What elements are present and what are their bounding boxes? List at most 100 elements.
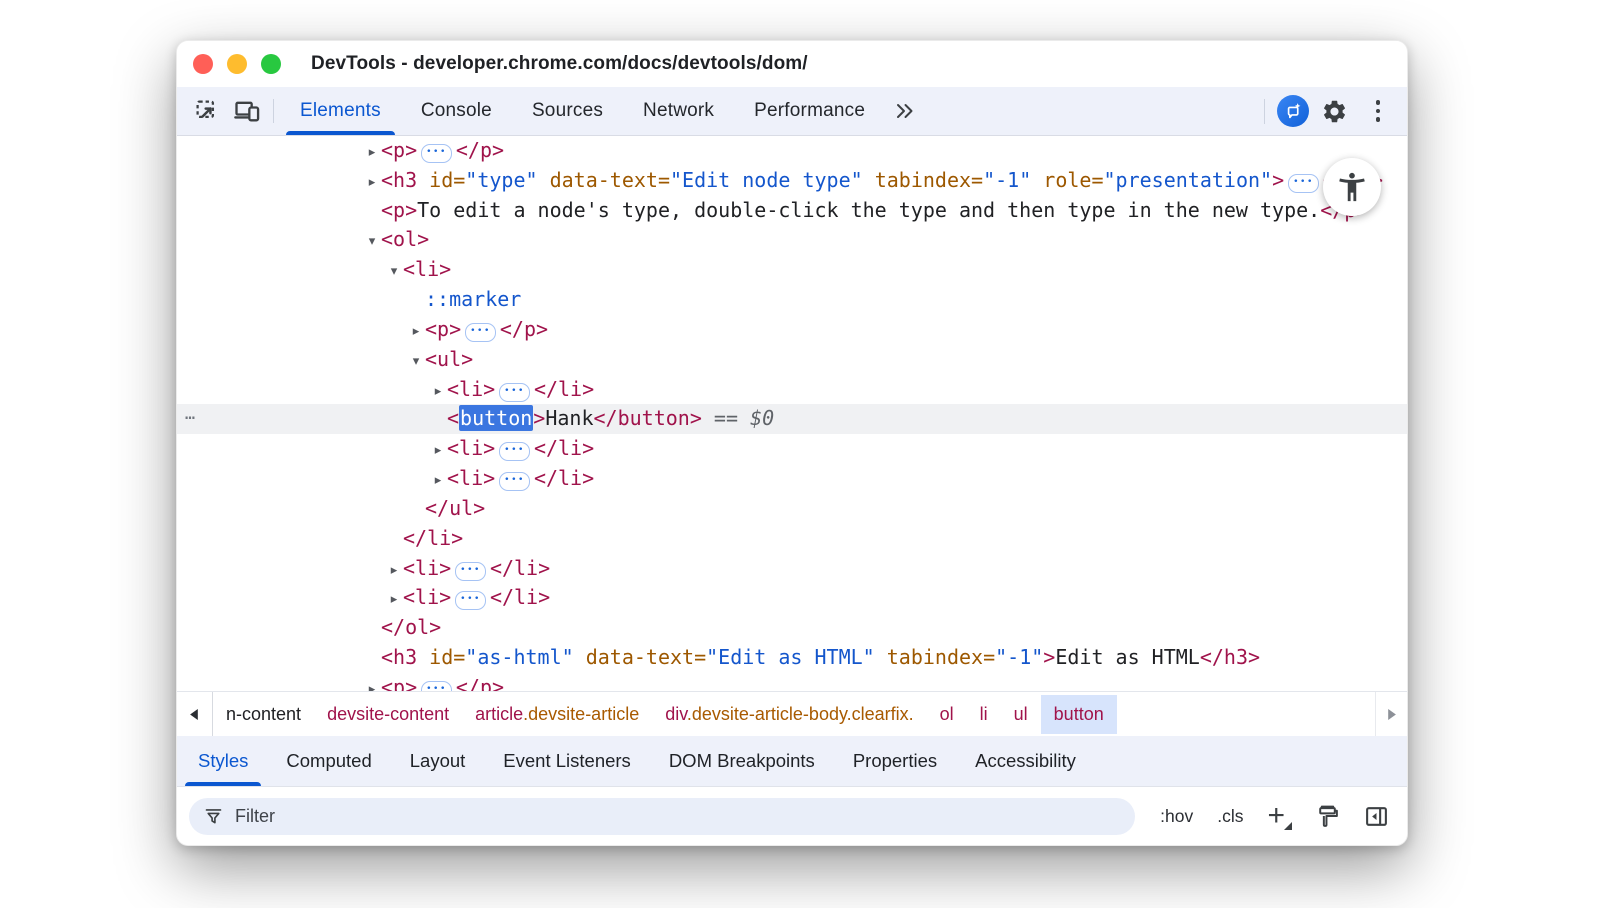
expand-ellipsis-button[interactable]: ••• — [499, 472, 530, 491]
breadcrumb-item[interactable]: article.devsite-article — [462, 695, 652, 734]
tab-properties[interactable]: Properties — [839, 736, 951, 786]
code-token-tag: <li> — [447, 377, 495, 401]
filter-input[interactable] — [235, 806, 1121, 827]
dom-tree-row[interactable]: ▸<li>•••</li> — [177, 464, 1407, 494]
twisty-collapsed-icon[interactable]: ▸ — [363, 675, 381, 691]
more-options-button[interactable] — [1359, 92, 1397, 130]
maximize-button[interactable] — [261, 54, 281, 74]
breadcrumb-item[interactable]: devsite-content — [314, 695, 462, 734]
breadcrumb-scroll-left-button[interactable] — [177, 692, 213, 736]
double-chevron-icon — [893, 99, 917, 123]
expand-ellipsis-button[interactable]: ••• — [499, 383, 530, 402]
expand-ellipsis-button[interactable]: ••• — [1288, 174, 1319, 193]
tab-dom-breakpoints[interactable]: DOM Breakpoints — [655, 736, 829, 786]
code-token-val: "-1" — [995, 645, 1043, 669]
twisty-collapsed-icon[interactable]: ▸ — [363, 138, 381, 168]
code-token-val: "Edit node type" — [670, 168, 863, 192]
code-token-tag: </li> — [534, 466, 594, 490]
dom-tree-row[interactable]: </ol> — [177, 613, 1407, 643]
close-button[interactable] — [193, 54, 213, 74]
ai-assistant-button[interactable] — [1277, 95, 1309, 127]
expand-ellipsis-button[interactable]: ••• — [421, 144, 452, 163]
toolbar-right-actions — [1258, 87, 1397, 135]
inspect-element-button[interactable] — [187, 87, 227, 135]
dom-tree-row[interactable]: ▸<p>•••</p> — [177, 673, 1407, 691]
dom-tree-row[interactable]: </ul> — [177, 494, 1407, 524]
tab-console[interactable]: Console — [406, 87, 507, 135]
expand-ellipsis-button[interactable]: ••• — [421, 681, 452, 691]
dom-tree-row[interactable]: ▸<li>•••</li> — [177, 583, 1407, 613]
tab-sources[interactable]: Sources — [517, 87, 618, 135]
breadcrumb-part-tag: ol — [940, 704, 954, 724]
dom-tree-row[interactable]: ⋯<button>Hank</button> == $0 — [177, 404, 1407, 434]
code-token-tag: > — [533, 406, 545, 430]
twisty-collapsed-icon[interactable]: ▸ — [429, 436, 447, 466]
breadcrumb-item[interactable]: ul — [1001, 695, 1041, 734]
tab-network[interactable]: Network — [628, 87, 729, 135]
breadcrumb-scroll-right-button[interactable] — [1375, 692, 1407, 736]
breadcrumb-item[interactable]: div.devsite-article-body.clearfix. — [652, 695, 926, 734]
device-toolbar-button[interactable] — [227, 87, 267, 135]
filter-field[interactable] — [189, 798, 1135, 835]
panel-toggle-icon — [1364, 804, 1389, 829]
panel-tabs: ElementsConsoleSourcesNetworkPerformance — [280, 87, 885, 135]
breadcrumb-item[interactable]: n-content — [213, 695, 314, 734]
code-token-txt: Edit as HTML — [1055, 645, 1200, 669]
breadcrumb-item[interactable]: button — [1041, 695, 1117, 734]
dom-tree-row[interactable]: ::marker — [177, 285, 1407, 315]
settings-button[interactable] — [1315, 92, 1353, 130]
dom-tree-row[interactable]: </li> — [177, 524, 1407, 554]
paint-brush-button[interactable] — [1315, 804, 1340, 829]
new-style-rule-button[interactable]: + — [1267, 806, 1291, 826]
tab-elements[interactable]: Elements — [285, 87, 396, 135]
twisty-collapsed-icon[interactable]: ▸ — [385, 556, 403, 586]
breadcrumb-item[interactable]: li — [967, 695, 1001, 734]
twisty-collapsed-icon[interactable]: ▸ — [429, 466, 447, 496]
code-token-tag: <li> — [447, 436, 495, 460]
twisty-collapsed-icon[interactable]: ▸ — [429, 377, 447, 407]
twisty-collapsed-icon[interactable]: ▸ — [363, 168, 381, 198]
minimize-button[interactable] — [227, 54, 247, 74]
tab-layout[interactable]: Layout — [396, 736, 480, 786]
dom-tree-row[interactable]: <p>To edit a node's type, double-click t… — [177, 196, 1407, 226]
twisty-expanded-icon[interactable]: ▾ — [385, 257, 403, 287]
class-toggle[interactable]: .cls — [1217, 806, 1243, 827]
more-options-kebab-icon — [1376, 100, 1381, 122]
code-token-tag: > — [1272, 168, 1284, 192]
code-token-attr: data-text= — [574, 645, 706, 669]
more-tabs-button[interactable] — [885, 87, 925, 135]
panel-toggle-button[interactable] — [1364, 804, 1389, 829]
dom-tree-row[interactable]: ▸<li>•••</li> — [177, 434, 1407, 464]
twisty-collapsed-icon[interactable]: ▸ — [407, 317, 425, 347]
dom-tree-row[interactable]: ▸<p>•••</p> — [177, 136, 1407, 166]
expand-ellipsis-button[interactable]: ••• — [499, 442, 530, 461]
accessibility-cursor-icon — [1323, 158, 1381, 216]
code-token-attr: data-text= — [538, 168, 670, 192]
row-actions-dots[interactable]: ⋯ — [185, 404, 197, 434]
expand-ellipsis-button[interactable]: ••• — [455, 562, 486, 581]
dom-tree-row[interactable]: ▾<ul> — [177, 345, 1407, 375]
tab-accessibility[interactable]: Accessibility — [961, 736, 1090, 786]
tab-computed[interactable]: Computed — [272, 736, 385, 786]
dom-tree-row[interactable]: ▸<p>•••</p> — [177, 315, 1407, 345]
tab-performance[interactable]: Performance — [739, 87, 880, 135]
twisty-expanded-icon[interactable]: ▾ — [363, 227, 381, 257]
tab-event-listeners[interactable]: Event Listeners — [489, 736, 645, 786]
twisty-expanded-icon[interactable]: ▾ — [407, 347, 425, 377]
code-token-tag: </button> — [594, 406, 702, 430]
right-triangle-icon — [1386, 709, 1397, 720]
dom-tree-row[interactable]: ▸<h3 id="type" data-text="Edit node type… — [177, 166, 1407, 196]
dom-tree-row[interactable]: ▸<li>•••</li> — [177, 375, 1407, 405]
dom-tree-row[interactable]: ▾<ol> — [177, 225, 1407, 255]
expand-ellipsis-button[interactable]: ••• — [455, 591, 486, 610]
breadcrumb-item[interactable]: ol — [927, 695, 967, 734]
pseudo-state-toggle[interactable]: :hov — [1160, 806, 1193, 827]
dom-tree-row[interactable]: <h3 id="as-html" data-text="Edit as HTML… — [177, 643, 1407, 673]
twisty-collapsed-icon[interactable]: ▸ — [385, 585, 403, 615]
expand-ellipsis-button[interactable]: ••• — [465, 323, 496, 342]
code-token-val: "Edit as HTML" — [706, 645, 875, 669]
dom-tree-row[interactable]: ▾<li> — [177, 255, 1407, 285]
tab-styles[interactable]: Styles — [184, 736, 262, 786]
traffic-lights — [193, 54, 281, 74]
dom-tree-row[interactable]: ▸<li>•••</li> — [177, 554, 1407, 584]
